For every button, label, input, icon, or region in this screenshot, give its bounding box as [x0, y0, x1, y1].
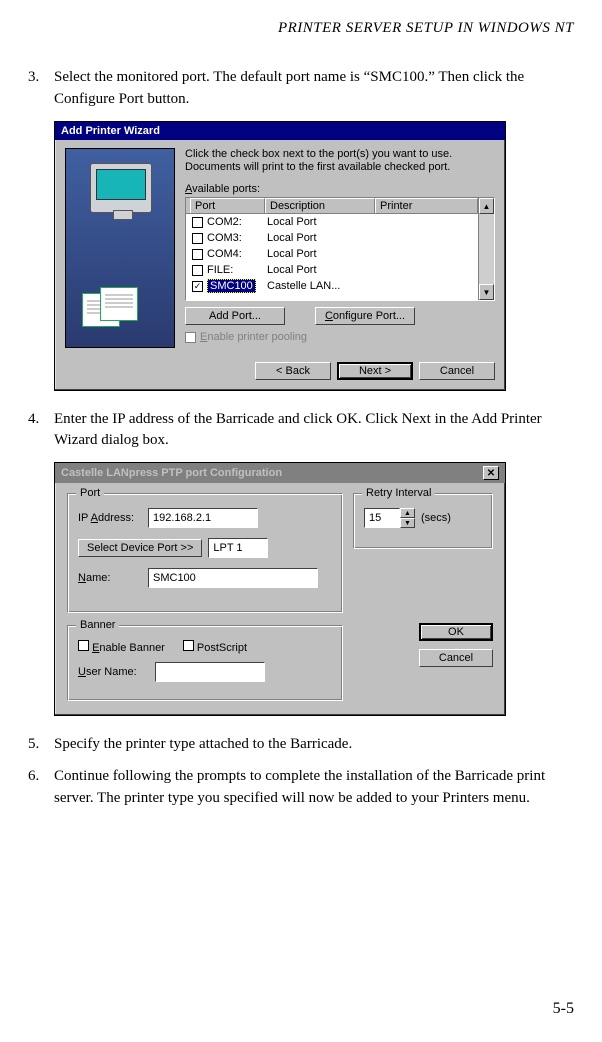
checkbox-icon[interactable]	[192, 265, 203, 276]
group-port: Port IP Address:IP Address: Select Devic…	[67, 493, 343, 613]
user-name-label: User Name:User Name:	[78, 666, 137, 678]
group-banner: Banner Enable BannerEnable Banner PostSc…	[67, 625, 343, 701]
close-icon[interactable]: ✕	[483, 466, 499, 480]
back-button[interactable]: < Back	[255, 362, 331, 380]
monitor-icon	[90, 163, 152, 213]
group-retry-legend: Retry Interval	[362, 487, 435, 499]
select-device-port-button[interactable]: Select Device Port >>	[78, 539, 202, 557]
ip-address-input[interactable]	[148, 508, 258, 528]
retry-unit-label: (secs)	[421, 512, 451, 524]
step-3-text: Select the monitored port. The default p…	[54, 67, 574, 111]
group-port-legend: Port	[76, 487, 104, 499]
group-banner-legend: Banner	[76, 619, 119, 631]
ports-header: Port Description Printer	[186, 198, 478, 214]
retry-spinner[interactable]: ▲ ▼	[364, 508, 415, 528]
dialog1-titlebar: Add Printer Wizard	[55, 122, 505, 140]
dialog-port-configuration: Castelle LANpress PTP port Configuration…	[54, 462, 506, 716]
device-port-value[interactable]	[208, 538, 268, 558]
ports-row-selected[interactable]: ✓SMC100 Castelle LAN...	[186, 278, 478, 294]
spin-up-icon[interactable]: ▲	[400, 508, 415, 518]
enable-pooling-checkbox: Enable printer pooling Enable printer po…	[185, 331, 495, 343]
step-5-number: 5.	[28, 734, 54, 756]
user-name-input[interactable]	[155, 662, 265, 682]
step-5-text: Specify the printer type attached to the…	[54, 734, 574, 756]
step-6-text: Continue following the prompts to comple…	[54, 766, 574, 810]
col-description[interactable]: Description	[265, 198, 375, 213]
postscript-checkbox[interactable]: PostScript	[183, 640, 247, 654]
dialog2-titlebar: Castelle LANpress PTP port Configuration…	[55, 463, 505, 483]
ip-address-label: IP Address:IP Address:	[78, 512, 142, 524]
step-3-number: 3.	[28, 67, 54, 111]
checkbox-icon[interactable]	[192, 217, 203, 228]
checkbox-icon[interactable]	[183, 640, 194, 651]
dialog-add-printer-wizard: Add Printer Wizard Click the check box n…	[54, 121, 506, 391]
configure-port-button[interactable]: Configure Port...Configure Port...	[315, 307, 415, 325]
step-6: 6. Continue following the prompts to com…	[28, 766, 574, 810]
ports-listview[interactable]: Port Description Printer COM2: Local Por…	[185, 197, 495, 301]
checkbox-icon	[185, 332, 196, 343]
available-ports-label: AAvailable ports:vailable ports:	[185, 183, 495, 195]
figure-port-configuration: Castelle LANpress PTP port Configuration…	[54, 462, 574, 716]
col-printer[interactable]: Printer	[375, 198, 478, 213]
dialog1-instruction: Click the check box next to the port(s) …	[185, 148, 495, 176]
name-label: Name:Name:	[78, 572, 142, 584]
vertical-scrollbar[interactable]: ▲ ▼	[478, 198, 494, 300]
enable-banner-checkbox[interactable]: Enable BannerEnable Banner	[78, 640, 165, 654]
next-button[interactable]: Next >	[337, 362, 413, 380]
name-input[interactable]	[148, 568, 318, 588]
step-4-number: 4.	[28, 409, 54, 453]
step-5: 5. Specify the printer type attached to …	[28, 734, 574, 756]
ports-row[interactable]: COM2: Local Port	[186, 214, 478, 230]
retry-input[interactable]	[364, 508, 400, 528]
checkbox-icon[interactable]	[78, 640, 89, 651]
ports-row[interactable]: FILE: Local Port	[186, 262, 478, 278]
figure-add-printer-wizard: Add Printer Wizard Click the check box n…	[54, 121, 574, 391]
cancel-button[interactable]: Cancel	[419, 649, 493, 667]
page-number: 5-5	[553, 1000, 574, 1018]
spin-down-icon[interactable]: ▼	[400, 518, 415, 528]
scroll-down-icon[interactable]: ▼	[479, 284, 494, 300]
checkbox-icon[interactable]	[192, 233, 203, 244]
step-6-number: 6.	[28, 766, 54, 810]
ports-row[interactable]: COM4: Local Port	[186, 246, 478, 262]
cancel-button[interactable]: Cancel	[419, 362, 495, 380]
col-port[interactable]: Port	[190, 198, 265, 213]
running-head: PRINTER SERVER SETUP IN WINDOWS NT	[28, 20, 574, 37]
group-retry-interval: Retry Interval ▲ ▼ (secs)	[353, 493, 493, 549]
step-3: 3. Select the monitored port. The defaul…	[28, 67, 574, 111]
scroll-up-icon[interactable]: ▲	[479, 198, 494, 214]
wizard-side-graphic	[65, 148, 175, 348]
add-port-button[interactable]: Add Port...	[185, 307, 285, 325]
checkbox-checked-icon[interactable]: ✓	[192, 281, 203, 292]
checkbox-icon[interactable]	[192, 249, 203, 260]
step-4: 4. Enter the IP address of the Barricade…	[28, 409, 574, 453]
step-4-text: Enter the IP address of the Barricade an…	[54, 409, 574, 453]
documents-icon	[82, 287, 142, 329]
ok-button[interactable]: OK	[419, 623, 493, 641]
ports-row[interactable]: COM3: Local Port	[186, 230, 478, 246]
